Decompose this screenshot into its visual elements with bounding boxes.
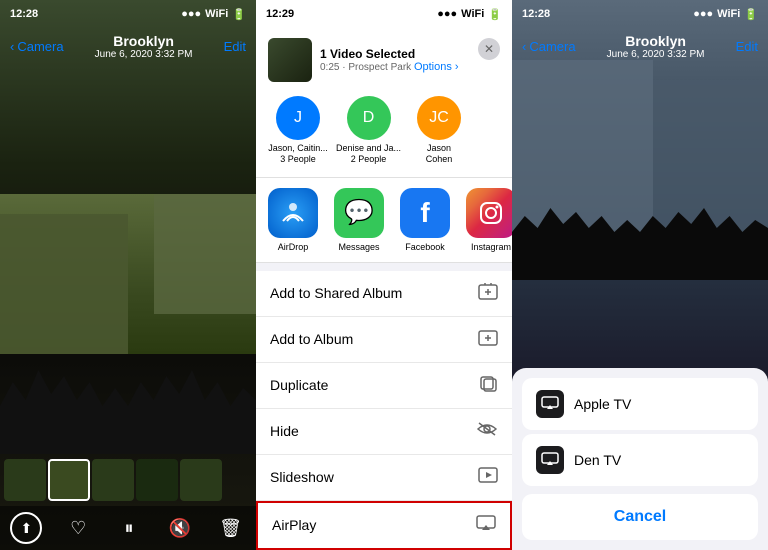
apple-tv-icon xyxy=(536,390,564,418)
den-tv-icon xyxy=(536,446,564,474)
share-header: 1 Video Selected 0:25 · Prospect Park Op… xyxy=(256,28,512,178)
app-instagram[interactable]: Instagram xyxy=(466,188,512,252)
nav-title-block-right: Brooklyn June 6, 2020 3:32 PM xyxy=(607,33,705,60)
thumbnail-item[interactable] xyxy=(136,459,178,501)
facebook-icon: f xyxy=(400,188,450,238)
nav-bar-right: ‹ Camera Brooklyn June 6, 2020 3:32 PM E… xyxy=(512,28,768,64)
status-bar-left: 12:28 ●●● WiFi 🔋 xyxy=(0,0,256,28)
share-menu-list: Add to Shared Album Add to Album Duplica… xyxy=(256,271,512,550)
status-icons-right: ●●● WiFi 🔋 xyxy=(693,8,758,21)
menu-airplay[interactable]: AirPlay xyxy=(256,501,512,550)
bottom-toolbar-left: ⬆ ♡ ⏸ 🔇 🗑 xyxy=(0,506,256,550)
thumbnail-item[interactable] xyxy=(48,459,90,501)
menu-add-shared-album[interactable]: Add to Shared Album xyxy=(256,271,512,317)
contact-item[interactable]: J Jason, Caitin...3 People xyxy=(268,96,328,165)
nav-edit-right[interactable]: Edit xyxy=(736,39,758,54)
trash-icon[interactable]: 🗑 xyxy=(216,513,246,543)
den-tv-label: Den TV xyxy=(574,452,621,468)
status-bar-center: 12:29 ●●● WiFi 🔋 xyxy=(256,0,512,28)
status-bar-right: 12:28 ●●● WiFi 🔋 xyxy=(512,0,768,28)
thumbnail-item[interactable] xyxy=(180,459,222,501)
contact-avatar: D xyxy=(347,96,391,140)
heart-icon[interactable]: ♡ xyxy=(63,513,93,543)
app-airdrop[interactable]: AirDrop xyxy=(268,188,318,252)
contact-item[interactable]: JC JasonCohen xyxy=(409,96,469,165)
contact-avatar: JC xyxy=(417,96,461,140)
thumbnail-item[interactable] xyxy=(4,459,46,501)
pause-icon[interactable]: ⏸ xyxy=(114,513,144,543)
panel-center: 12:29 ●●● WiFi 🔋 1 Video Selected 0:25 ·… xyxy=(256,0,512,550)
nav-back-left[interactable]: ‹ Camera xyxy=(10,39,64,54)
status-icons-center: ●●● WiFi 🔋 xyxy=(437,8,502,21)
nav-edit-left[interactable]: Edit xyxy=(224,39,246,54)
status-time-center: 12:29 xyxy=(266,8,294,20)
contact-avatar: J xyxy=(276,96,320,140)
panel-right: 12:28 ●●● WiFi 🔋 ‹ Camera Brooklyn June … xyxy=(512,0,768,550)
share-video-text: 1 Video Selected 0:25 · Prospect Park Op… xyxy=(320,47,459,73)
nav-bar-left: ‹ Camera Brooklyn June 6, 2020 3:32 PM E… xyxy=(0,28,256,64)
mute-icon[interactable]: 🔇 xyxy=(165,513,195,543)
share-sheet: 12:29 ●●● WiFi 🔋 1 Video Selected 0:25 ·… xyxy=(256,0,512,550)
nav-title-block-left: Brooklyn June 6, 2020 3:32 PM xyxy=(95,33,193,60)
airplay-sheet: Apple TV Den TV Cancel xyxy=(512,368,768,550)
menu-slideshow[interactable]: Slideshow xyxy=(256,455,512,501)
menu-hide[interactable]: Hide xyxy=(256,409,512,455)
menu-duplicate[interactable]: Duplicate xyxy=(256,363,512,409)
thumbnail-item[interactable] xyxy=(92,459,134,501)
status-time-left: 12:28 xyxy=(10,8,38,20)
app-messages[interactable]: 💬 Messages xyxy=(334,188,384,252)
share-button[interactable]: ⬆ xyxy=(10,512,42,544)
airdrop-icon xyxy=(268,188,318,238)
status-icons-left: ●●● WiFi 🔋 xyxy=(181,8,246,21)
apple-tv-label: Apple TV xyxy=(574,396,631,412)
options-link[interactable]: Options › xyxy=(414,61,459,73)
airplay-den-tv[interactable]: Den TV xyxy=(522,434,758,486)
menu-add-album[interactable]: Add to Album xyxy=(256,317,512,363)
panel-left: 12:28 ●●● WiFi 🔋 ‹ Camera Brooklyn June … xyxy=(0,0,256,550)
messages-icon: 💬 xyxy=(334,188,384,238)
app-icons-row: AirDrop 💬 Messages f Facebook Instagram xyxy=(256,178,512,263)
instagram-icon xyxy=(466,188,512,238)
share-video-thumbnail xyxy=(268,38,312,82)
cancel-button[interactable]: Cancel xyxy=(522,494,758,540)
thumbnail-strip xyxy=(0,454,256,506)
close-button[interactable]: ✕ xyxy=(478,38,500,60)
contacts-row: J Jason, Caitin...3 People D Denise and … xyxy=(268,90,500,171)
status-time-right: 12:28 xyxy=(522,8,550,20)
share-video-info: 1 Video Selected 0:25 · Prospect Park Op… xyxy=(268,38,459,82)
contact-item[interactable]: D Denise and Ja...2 People xyxy=(336,96,401,165)
airplay-apple-tv[interactable]: Apple TV xyxy=(522,378,758,430)
app-facebook[interactable]: f Facebook xyxy=(400,188,450,252)
nav-back-right[interactable]: ‹ Camera xyxy=(522,39,576,54)
